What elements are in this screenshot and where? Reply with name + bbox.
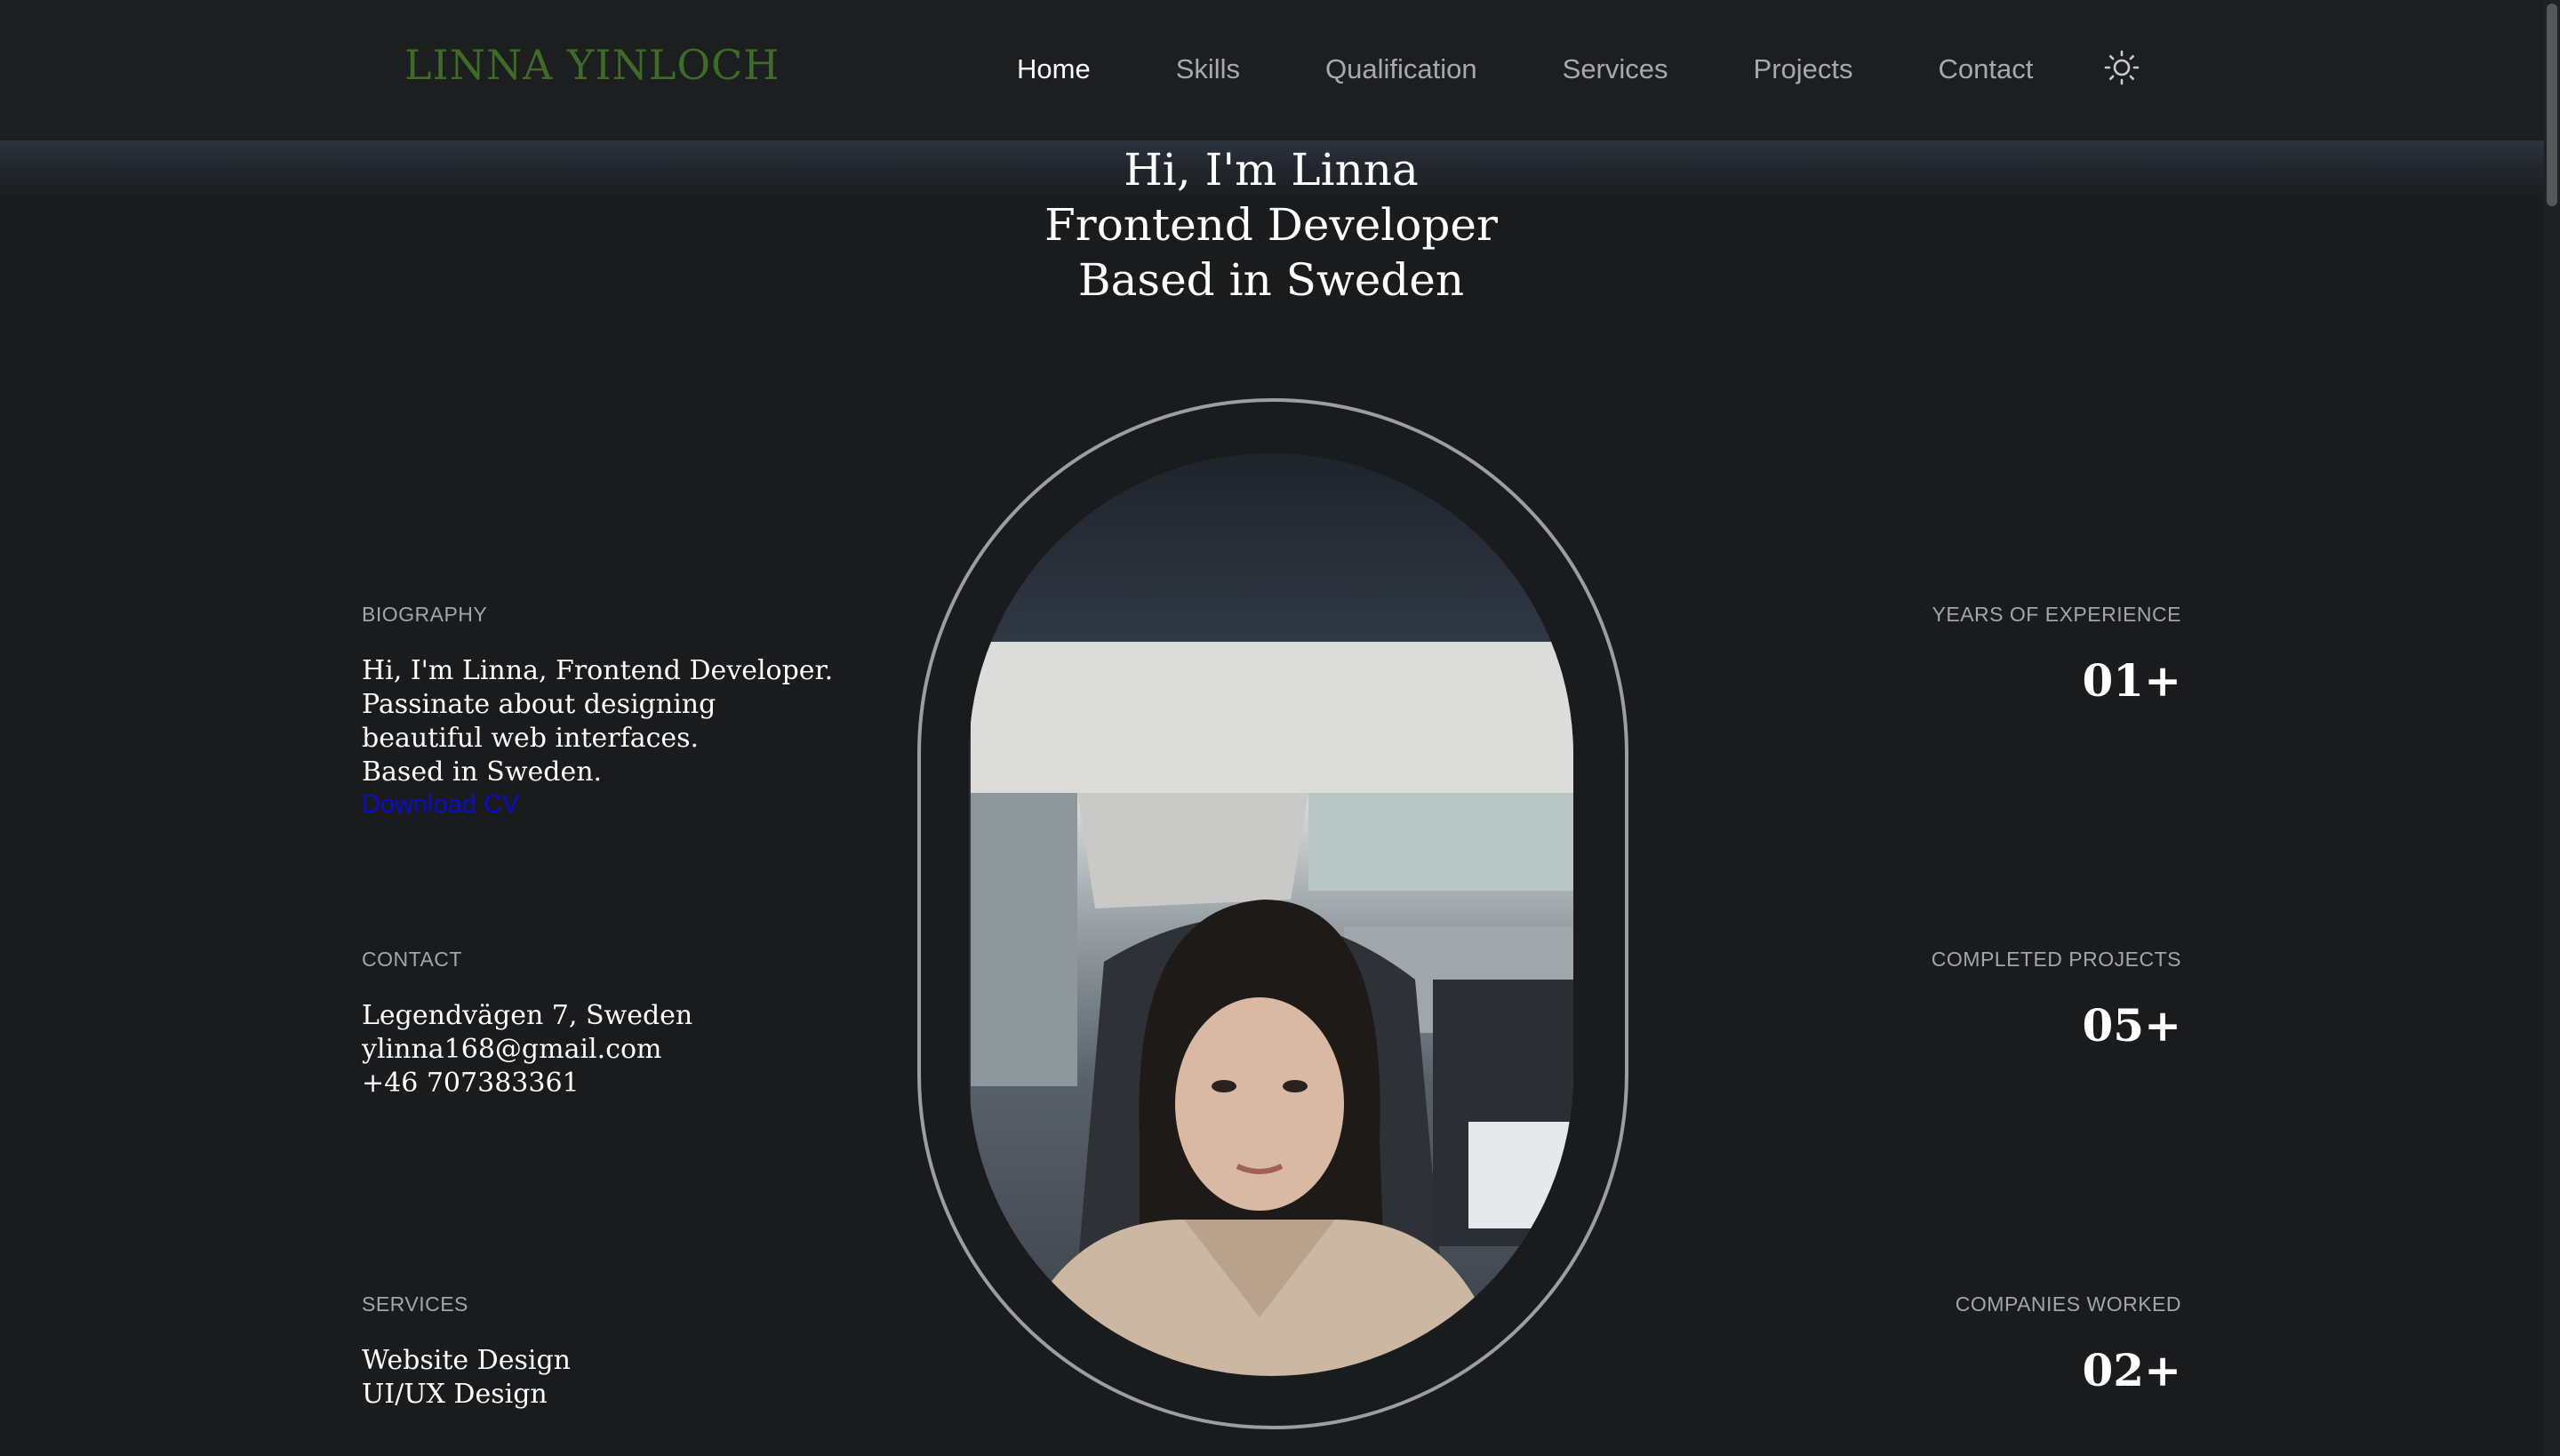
- download-cv-link[interactable]: Download CV: [362, 789, 833, 820]
- biography-text: Hi, I'm Linna, Frontend Developer. Passi…: [362, 654, 833, 820]
- portrait-backdrop: [969, 453, 1573, 642]
- biography-line: Hi, I'm Linna, Frontend Developer.: [362, 655, 834, 686]
- hero-role: Frontend Developer: [1044, 199, 1498, 251]
- scrollbar-thumb[interactable]: [2547, 4, 2557, 206]
- nav-skills[interactable]: Skills: [1176, 53, 1240, 85]
- stat-label-projects: COMPLETED PROJECTS: [1931, 948, 2181, 971]
- stat-value-projects: 05+: [2082, 999, 2181, 1052]
- biography-label: BIOGRAPHY: [362, 603, 488, 626]
- biography-line: Based in Sweden.: [362, 756, 603, 788]
- contact-details: Legendvägen 7, Sweden ylinna168@gmail.co…: [362, 999, 692, 1100]
- page-scrollbar[interactable]: [2544, 0, 2560, 1456]
- profile-photo: [971, 642, 1573, 1376]
- stat-label-experience: YEARS OF EXPERIENCE: [1932, 603, 2181, 626]
- biography-line: Passinate about designing: [362, 689, 716, 720]
- main-nav: Home Skills Qualification Services Proje…: [1017, 50, 2118, 89]
- contact-label: CONTACT: [362, 948, 462, 971]
- service-item: Website Design: [362, 1345, 572, 1376]
- service-item: UI/UX Design: [362, 1379, 548, 1410]
- hero-location: Based in Sweden: [1077, 254, 1465, 306]
- services-list: Website Design UI/UX Design: [362, 1344, 571, 1412]
- sun-icon[interactable]: [2103, 49, 2140, 86]
- stat-value-experience: 01+: [2082, 654, 2181, 707]
- contact-phone[interactable]: +46 707383361: [362, 1067, 692, 1100]
- nav-projects[interactable]: Projects: [1754, 53, 1853, 85]
- services-label: SERVICES: [362, 1292, 468, 1316]
- hero-greeting: Hi, I'm Linna: [1124, 144, 1419, 196]
- contact-email[interactable]: ylinna168@gmail.com: [362, 1033, 692, 1067]
- nav-qualification[interactable]: Qualification: [1325, 53, 1477, 85]
- contact-address: Legendvägen 7, Sweden: [362, 1000, 693, 1031]
- nav-services[interactable]: Services: [1563, 53, 1668, 85]
- nav-contact[interactable]: Contact: [1939, 53, 2034, 85]
- hero-title: Hi, I'm Linna Frontend Developer Based i…: [889, 142, 1653, 308]
- portrait-mask: [969, 453, 1573, 1376]
- stat-value-companies: 02+: [2082, 1344, 2181, 1396]
- site-logo[interactable]: LINNA YINLOCH: [404, 41, 780, 89]
- stat-label-companies: COMPANIES WORKED: [1955, 1292, 2181, 1316]
- header: LINNA YINLOCH Home Skills Qualification …: [0, 0, 2544, 140]
- page: LINNA YINLOCH Home Skills Qualification …: [0, 0, 2560, 1456]
- nav-home[interactable]: Home: [1017, 53, 1091, 85]
- biography-line: beautiful web interfaces.: [362, 723, 700, 754]
